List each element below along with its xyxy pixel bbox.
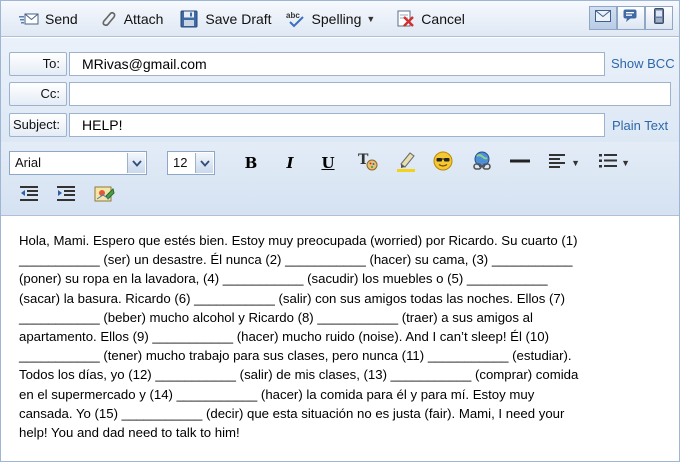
save-draft-label: Save Draft (205, 10, 272, 27)
indent-icon (57, 185, 75, 207)
italic-button[interactable]: I (278, 151, 302, 175)
subject-field[interactable]: HELP! (69, 112, 605, 137)
cancel-button[interactable]: Cancel (389, 4, 471, 34)
header-fields: To: MRivas@gmail.com Show BCC Cc: Subjec… (1, 38, 679, 142)
message-body-editor[interactable]: Hola, Mami. Espero que estés bien. Estoy… (1, 217, 679, 461)
save-draft-button[interactable]: Save Draft (173, 4, 277, 34)
chat-bubble-icon (623, 9, 639, 28)
highlighter-icon (395, 150, 417, 177)
spellcheck-icon: abc (286, 9, 306, 29)
body-line: ___________ (ser) un desastre. Él nunca … (19, 252, 573, 268)
envelope-icon (595, 9, 611, 27)
cc-field[interactable] (69, 81, 671, 106)
compose-window: Send Attach Save Draft abc Spelling ▼ Ca… (0, 0, 680, 462)
mobile-view-button[interactable] (645, 6, 673, 30)
cc-row: Cc: (9, 81, 671, 106)
body-line: help! You and dad need to talk to him! (19, 425, 240, 441)
bold-button[interactable]: B (239, 151, 263, 175)
plain-text-link[interactable]: Plain Text (612, 118, 668, 133)
smiley-sunglasses-icon (432, 150, 454, 177)
view-switcher (589, 6, 673, 30)
cancel-icon (395, 9, 415, 29)
body-line: Hola, Mami. Espero que estés bien. Estoy… (19, 233, 578, 248)
increase-indent-button[interactable] (54, 184, 78, 208)
stationery-icon (93, 183, 115, 210)
cc-button[interactable]: Cc: (9, 81, 67, 106)
list-button[interactable]: ▼ (596, 151, 630, 175)
floppy-disk-icon (179, 9, 199, 29)
emoticon-button[interactable] (431, 151, 455, 175)
outdent-icon (20, 185, 38, 207)
compose-toolbar: Send Attach Save Draft abc Spelling ▼ Ca… (1, 1, 679, 37)
chevron-down-icon: ▼ (621, 158, 630, 168)
stationery-button[interactable] (92, 184, 116, 208)
body-line: (poner) su ropa en la lavadora, (4) ____… (19, 271, 548, 287)
send-button[interactable]: Send (13, 4, 84, 34)
send-icon (19, 9, 39, 29)
send-label: Send (45, 10, 78, 27)
horizontal-line-icon (509, 150, 531, 177)
chevron-down-icon (127, 153, 145, 173)
underline-button[interactable]: U (316, 151, 340, 175)
subject-label: Subject: (9, 112, 67, 137)
align-left-icon (549, 153, 567, 174)
globe-link-icon (471, 150, 493, 177)
email-view-button[interactable] (589, 6, 617, 30)
chevron-down-icon (195, 153, 213, 173)
spelling-label: Spelling (311, 10, 362, 27)
body-line: en el supermercado y (14) ___________ (h… (19, 386, 535, 402)
to-button[interactable]: To: (9, 51, 67, 76)
horizontal-rule-button[interactable] (508, 151, 532, 175)
font-size-value: 12 (173, 155, 188, 170)
insert-link-button[interactable] (470, 151, 494, 175)
body-line: apartamento. Ellos (9) ___________ (hace… (19, 329, 549, 345)
body-line: Todos los días, yo (12) ___________ (sal… (19, 367, 579, 383)
to-row: To: MRivas@gmail.com (9, 51, 605, 76)
attach-button[interactable]: Attach (92, 4, 170, 34)
body-line: ___________ (tener) mucho trabajo para s… (19, 348, 572, 364)
body-line: (sacar) la basura. Ricardo (6) _________… (19, 290, 566, 306)
decrease-indent-button[interactable] (17, 184, 41, 208)
text-color-button[interactable]: T (356, 151, 380, 175)
spelling-button[interactable]: abc Spelling ▼ (280, 4, 382, 34)
chevron-down-icon: ▼ (571, 158, 580, 168)
attach-label: Attach (123, 10, 164, 27)
text-color-icon: T (357, 150, 379, 177)
subject-row: Subject: HELP! (9, 112, 605, 137)
im-view-button[interactable] (617, 6, 645, 30)
mobile-phone-icon (654, 7, 664, 29)
highlight-button[interactable] (394, 151, 418, 175)
body-line: ___________ (beber) mucho alcohol y Rica… (19, 309, 533, 325)
svg-text:abc: abc (286, 11, 300, 20)
to-field[interactable]: MRivas@gmail.com (69, 51, 605, 76)
cancel-label: Cancel (421, 10, 465, 27)
align-button[interactable]: ▼ (546, 151, 580, 175)
chevron-down-icon: ▼ (366, 13, 376, 24)
bulleted-list-icon (599, 153, 617, 174)
formatting-toolbar: Arial 12 B I U T ▼ ▼ (1, 142, 679, 216)
font-family-value: Arial (15, 155, 42, 170)
show-bcc-link[interactable]: Show BCC (611, 56, 675, 71)
font-size-select[interactable]: 12 (167, 151, 215, 175)
body-line: cansada. Yo (15) ___________ (decir) que… (19, 405, 565, 421)
paperclip-icon (98, 9, 118, 29)
font-family-select[interactable]: Arial (9, 151, 147, 175)
